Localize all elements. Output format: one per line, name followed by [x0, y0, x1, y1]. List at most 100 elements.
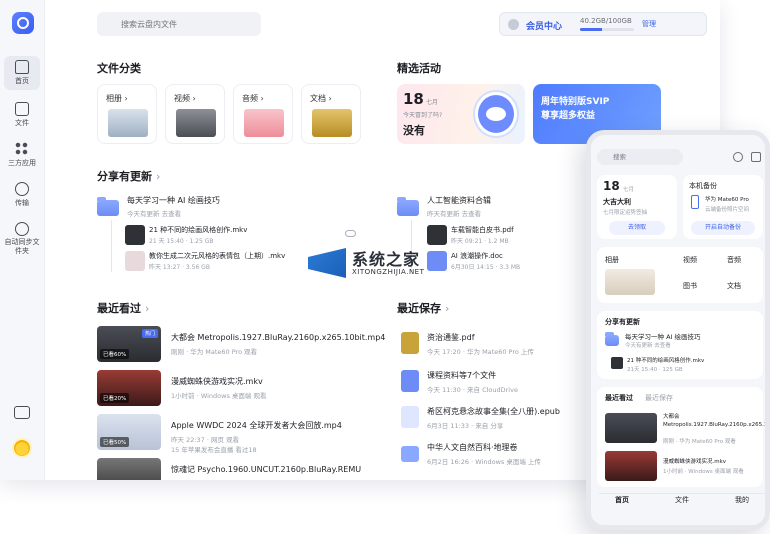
phone-recent: 最近看过 最近保存 大都会 Metropolis.1927.BluRay.216…	[597, 387, 765, 487]
backup-button[interactable]: 开启自动备份	[691, 221, 755, 235]
checkin-answer: 没有	[403, 124, 425, 137]
backup-title: 本机备份	[689, 182, 717, 190]
file-name: 21 种不同的绘画风格创作.mkv	[149, 226, 248, 234]
watermark: 系统之家 XITONGZHIJIA.NET	[308, 246, 468, 286]
share-folder-title[interactable]: 人工智能资料合辑	[427, 195, 491, 206]
mascot-icon	[475, 92, 517, 136]
checkin-month: 七月	[426, 99, 439, 106]
home-icon	[15, 60, 29, 74]
member-center-label: 会员中心	[526, 22, 563, 32]
recent-item[interactable]: 已看50% Apple WWDC 2024 全球开发者大会回放.mp4 昨天 2…	[97, 414, 397, 454]
phone-share-meta: 今天有更新 去查看	[625, 343, 671, 349]
sidebar-item-files[interactable]: 文件	[4, 102, 40, 128]
recent-title: 最近看过 ›	[97, 302, 150, 315]
progress-badge: 已看20%	[100, 393, 130, 403]
category-label: 音频 ›	[242, 94, 264, 103]
shortcut-photos[interactable]: 相册	[605, 255, 619, 265]
phone-tab-files[interactable]: 文件	[675, 495, 689, 505]
phone-tab-home[interactable]: 首页	[615, 495, 629, 505]
saved-item-name: 中华人文自然百科·地理卷	[427, 443, 518, 452]
recent-item-meta: 1小时前 · Windows 桌面端 观看	[171, 392, 267, 400]
shortcut-documents[interactable]: 文档	[727, 281, 741, 291]
recent-item-name: 惊魂记 Psycho.1960.UNCUT.2160p.BluRay.REMU	[171, 465, 362, 474]
phone-share-title: 分享有更新	[605, 318, 640, 326]
saved-title: 最近保存 ›	[397, 302, 450, 315]
phone-share-file[interactable]: 21 种不同的绘画风格创作.mkv	[627, 356, 704, 364]
phone-share-item[interactable]: 每天学习一种 AI 绘画技巧	[625, 331, 701, 341]
shortcut-books[interactable]: 图书	[683, 281, 697, 291]
sidebar-item-apps[interactable]: 三方应用	[4, 142, 40, 168]
shortcut-videos[interactable]: 视频	[683, 255, 697, 265]
pdf-file-icon	[401, 332, 419, 354]
device-switch-icon[interactable]	[14, 406, 30, 419]
file-thumbnail	[125, 225, 145, 245]
category-photos[interactable]: 相册 ›	[97, 84, 157, 144]
app-stage: 首页 文件 三方应用 传输 自动同步文件夹 搜索云盘内文件 会员中心 40.2G…	[0, 0, 770, 534]
share-folder-title[interactable]: 每天学习一种 AI 绘画技巧	[127, 195, 220, 206]
recent-item[interactable]: 已看20% 漫威蜘蛛侠游戏实况.mkv 1小时前 · Windows 桌面端 观…	[97, 370, 397, 406]
luck-month: 七月	[623, 187, 635, 193]
video-thumbnail	[97, 458, 161, 480]
luck-button[interactable]: 去领取	[609, 221, 665, 235]
saved-item-meta: 6月2日 16:26 · Windows 桌面端 上传	[427, 458, 541, 466]
phone-shares: 分享有更新 每天学习一种 AI 绘画技巧 今天有更新 去查看 21 种不同的绘画…	[597, 311, 763, 379]
phone-share-file-meta: 21天 15:40 · 125 GB	[627, 367, 683, 373]
checkin-card[interactable]: 18 七月 今天冒到了吗? 没有	[397, 84, 525, 144]
transfer-icon	[15, 182, 29, 196]
phone-device-icon	[691, 195, 699, 209]
recent-item-name: 漫威蜘蛛侠游戏实况.mkv	[171, 377, 263, 386]
progress-badge: 已看50%	[100, 437, 130, 447]
member-center[interactable]: 会员中心 40.2GB/100GB 管理	[499, 12, 707, 36]
file-thumbnail	[611, 357, 623, 369]
share-divider	[111, 220, 112, 272]
phone-recent-name[interactable]: 漫威蜘蛛侠游戏实况.mkv	[663, 457, 726, 465]
luck-title: 大吉大利	[603, 198, 631, 206]
sidebar-item-label: 传输	[15, 199, 29, 207]
category-label: 相册 ›	[106, 94, 128, 103]
shortcut-audio[interactable]: 音频	[727, 255, 741, 265]
vip-badge: 热门	[141, 329, 158, 338]
shared-folder-icon	[605, 332, 619, 346]
category-documents[interactable]: 文档 ›	[301, 84, 361, 144]
manage-link[interactable]: 管理	[642, 19, 656, 29]
recent-item-meta: 昨天 22:37 · 网页 观看	[171, 436, 240, 444]
phone-tab-me[interactable]: 我的	[735, 495, 749, 505]
phone-luck-card[interactable]: 18 七月 大吉大利 七月限定运势签抽 去领取	[597, 175, 677, 239]
phone-mockup: 搜索 18 七月 大吉大利 七月限定运势签抽 去领取 本机备份 华为 Mate6…	[586, 130, 770, 530]
phone-tab-recent-viewed[interactable]: 最近看过	[605, 393, 633, 403]
watermark-text-cn: 系统之家	[352, 250, 421, 269]
saved-item-name: 资治通鉴.pdf	[427, 333, 475, 342]
share-folder-meta: 昨天有更新 去查看	[427, 210, 482, 218]
file-meta: 21 天 15:40 · 1.25 GB	[149, 238, 214, 245]
share-file-row[interactable]: 车载智能白皮书.pdf 昨天 09:21 · 1.2 MB	[427, 224, 597, 246]
video-thumbnail: 已看60% 热门	[97, 326, 161, 362]
expand-icon[interactable]	[751, 152, 761, 162]
document-stack-icon	[401, 370, 419, 392]
saved-item-name: 课程资料等7个文件	[427, 371, 497, 380]
sidebar-item-transfer[interactable]: 传输	[4, 182, 40, 208]
phone-recent-name[interactable]: 大都会 Metropolis.1927.BluRay.2160p.x265.10…	[663, 413, 765, 429]
scan-icon[interactable]	[733, 152, 743, 162]
sidebar-item-home[interactable]: 首页	[4, 56, 40, 90]
search-input[interactable]	[97, 12, 261, 36]
share-file-row[interactable]: 21 种不同的绘画风格创作.mkv 21 天 15:40 · 1.25 GB	[125, 224, 355, 246]
category-videos[interactable]: 视频 ›	[165, 84, 225, 144]
backup-sub: 云端备份照片空间	[705, 207, 750, 213]
checkin-question: 今天冒到了吗?	[403, 112, 443, 119]
activities-title: 精选活动	[397, 62, 441, 75]
documents-thumbnail	[312, 109, 352, 137]
category-audio[interactable]: 音频 ›	[233, 84, 293, 144]
phone-tabbar-divider	[599, 493, 765, 494]
phone-tab-recent-saved[interactable]: 最近保存	[645, 393, 673, 403]
phone-recent-meta: 刚刚 · 华为 Mate60 Pro 观看	[663, 439, 736, 445]
luck-sub: 七月限定运势签抽	[603, 210, 648, 216]
phone-search-input[interactable]: 搜索	[597, 149, 683, 165]
backup-device: 华为 Mate60 Pro	[705, 197, 749, 203]
phone-backup-card[interactable]: 本机备份 华为 Mate60 Pro 云端备份照片空间 开启自动备份	[683, 175, 763, 239]
cloud-download-icon[interactable]	[345, 230, 356, 237]
avatar[interactable]	[12, 438, 32, 458]
app-logo-icon[interactable]	[12, 12, 34, 34]
recent-item[interactable]: 已看60% 热门 大都会 Metropolis.1927.BluRay.2160…	[97, 326, 397, 362]
recent-item[interactable]: 惊魂记 Psycho.1960.UNCUT.2160p.BluRay.REMU	[97, 458, 397, 480]
sidebar-item-sync[interactable]: 自动同步文件夹	[4, 222, 40, 256]
